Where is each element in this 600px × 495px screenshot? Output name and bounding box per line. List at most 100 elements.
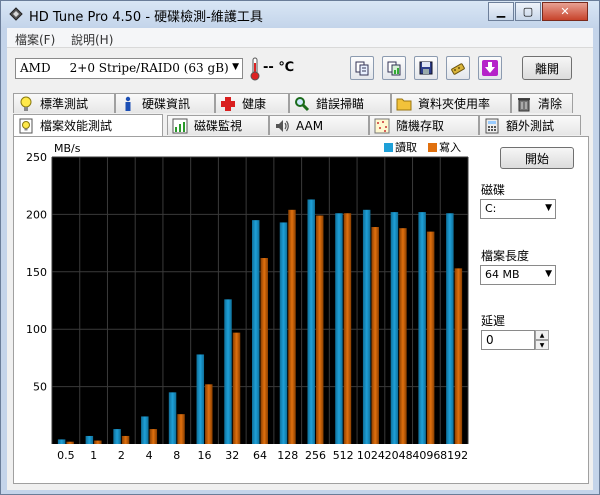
file-length-label: 檔案長度 — [481, 249, 530, 263]
disk-label: 磁碟 — [481, 183, 506, 197]
chevron-down-icon: ▼ — [545, 203, 552, 213]
x-tick-label: 64 — [253, 449, 267, 462]
legend-read-label: 讀取 — [395, 140, 417, 154]
write-bar — [232, 332, 241, 444]
tab-health[interactable]: 健康 — [215, 93, 289, 113]
menu-help[interactable]: 說明(H) — [71, 31, 113, 48]
read-bar — [279, 222, 288, 444]
y-tick-label: 100 — [26, 323, 47, 336]
x-tick-label: 2048 — [385, 449, 413, 462]
tab-random-access[interactable]: 隨機存取 — [369, 115, 479, 135]
delay-input-value: 0 — [486, 333, 494, 347]
x-tick-label: 256 — [305, 449, 326, 462]
info-icon — [120, 96, 136, 112]
read-bar — [390, 212, 399, 444]
read-bar — [113, 429, 121, 444]
exit-button[interactable]: 離開 — [522, 56, 572, 80]
tab-info[interactable]: 硬碟資訊 — [115, 93, 215, 113]
write-bar — [288, 209, 296, 444]
write-bar — [121, 435, 130, 444]
tab-label: AAM — [296, 118, 324, 133]
copy-screenshot-button[interactable] — [382, 56, 406, 80]
legend-write-swatch — [428, 143, 437, 152]
menu-bar: 檔案(F) 說明(H) — [7, 28, 593, 48]
download-button[interactable] — [478, 56, 502, 80]
file-bulb-icon — [18, 118, 34, 134]
app-window: HD Tune Pro 4.50 - 硬碟檢測-維護工具 ▁ ▢ ✕ 檔案(F)… — [0, 0, 600, 495]
minimize-icon: ▁ — [496, 5, 506, 18]
x-tick-label: 8 — [173, 449, 180, 462]
temperature-readout: -- ℃ — [263, 60, 295, 75]
tab-aam[interactable]: AAM — [269, 115, 369, 135]
speaker-icon — [274, 118, 290, 134]
random-icon — [374, 118, 390, 134]
write-bar — [454, 268, 463, 444]
delay-input[interactable]: 0 — [481, 330, 535, 350]
x-tick-label: 1 — [90, 449, 97, 462]
tab-disk-monitor[interactable]: 磁碟監視 — [167, 115, 269, 135]
write-bar — [315, 215, 324, 444]
tab-folder-usage[interactable]: 資料夾使用率 — [391, 93, 511, 113]
disk-select[interactable]: C: ▼ — [480, 199, 556, 219]
copy-screenshot-icon — [387, 61, 401, 76]
write-bar — [177, 414, 185, 444]
file-length-select[interactable]: 64 MB ▼ — [480, 265, 556, 285]
read-bar — [141, 416, 149, 444]
drive-select[interactable]: AMD 2+0 Stripe/RAID0 (63 gB) ▼ — [15, 58, 243, 79]
chevron-down-icon: ▼ — [545, 269, 552, 279]
tab-row-top: 標準測試 硬碟資訊 健康 錯誤掃瞄 資料夾使用率 清除 — [13, 93, 573, 113]
title-bar[interactable]: HD Tune Pro 4.50 - 硬碟檢測-維護工具 ▁ ▢ ✕ — [1, 1, 599, 28]
tab-label: 額外測試 — [506, 119, 555, 133]
read-bar — [252, 220, 260, 444]
write-bar — [66, 441, 74, 444]
tab-extra-tests[interactable]: 額外測試 — [479, 115, 581, 135]
options-button[interactable] — [446, 56, 470, 80]
menu-file[interactable]: 檔案(F) — [15, 31, 55, 48]
tab-label: 檔案效能測試 — [40, 119, 113, 133]
download-icon — [482, 60, 498, 76]
stepper-down-icon[interactable]: ▼ — [535, 340, 549, 350]
minimize-button[interactable]: ▁ — [488, 2, 514, 21]
maximize-icon: ▢ — [522, 5, 534, 18]
write-bar — [399, 228, 407, 444]
y-axis-label: MB/s — [54, 142, 81, 155]
write-bar — [205, 384, 213, 444]
x-tick-label: 2 — [118, 449, 125, 462]
save-button[interactable] — [414, 56, 438, 80]
copy-text-button[interactable] — [350, 56, 374, 80]
y-tick-label: 150 — [26, 266, 47, 279]
read-bar — [335, 213, 343, 444]
maximize-button[interactable]: ▢ — [515, 2, 541, 21]
tab-file-benchmark[interactable]: 檔案效能測試 — [13, 114, 163, 136]
x-tick-label: 32 — [225, 449, 239, 462]
write-bar — [149, 429, 158, 444]
folder-icon — [396, 96, 412, 112]
write-bar — [260, 258, 268, 444]
tab-label: 硬碟資訊 — [142, 97, 191, 111]
close-button[interactable]: ✕ — [542, 2, 588, 21]
close-icon: ✕ — [560, 5, 570, 18]
stepper-up-icon[interactable]: ▲ — [535, 330, 549, 340]
tab-label: 標準測試 — [40, 97, 89, 111]
tab-label: 磁碟監視 — [194, 119, 243, 133]
tab-error-scan[interactable]: 錯誤掃瞄 — [289, 93, 391, 113]
x-tick-label: 1024 — [357, 449, 385, 462]
save-icon — [419, 61, 433, 75]
health-cross-icon — [220, 96, 236, 112]
trash-icon — [516, 96, 532, 112]
toolbar: AMD 2+0 Stripe/RAID0 (63 gB) ▼ -- ℃ 離開 — [7, 49, 593, 93]
x-tick-label: 0.5 — [57, 449, 75, 462]
tab-benchmark[interactable]: 標準測試 — [13, 93, 115, 113]
disk-select-value: C: — [485, 202, 497, 215]
thermometer-icon — [250, 57, 260, 81]
client-area: 檔案(F) 說明(H) AMD 2+0 Stripe/RAID0 (63 gB)… — [7, 28, 593, 490]
read-bar — [57, 439, 66, 444]
delay-stepper[interactable]: ▲ ▼ — [535, 330, 549, 350]
start-button[interactable]: 開始 — [500, 147, 574, 169]
tab-erase[interactable]: 清除 — [511, 93, 573, 113]
file-length-select-value: 64 MB — [485, 268, 520, 281]
read-bar — [446, 213, 454, 444]
app-icon — [9, 7, 23, 21]
x-tick-label: 4096 — [412, 449, 440, 462]
write-bar — [426, 231, 435, 444]
